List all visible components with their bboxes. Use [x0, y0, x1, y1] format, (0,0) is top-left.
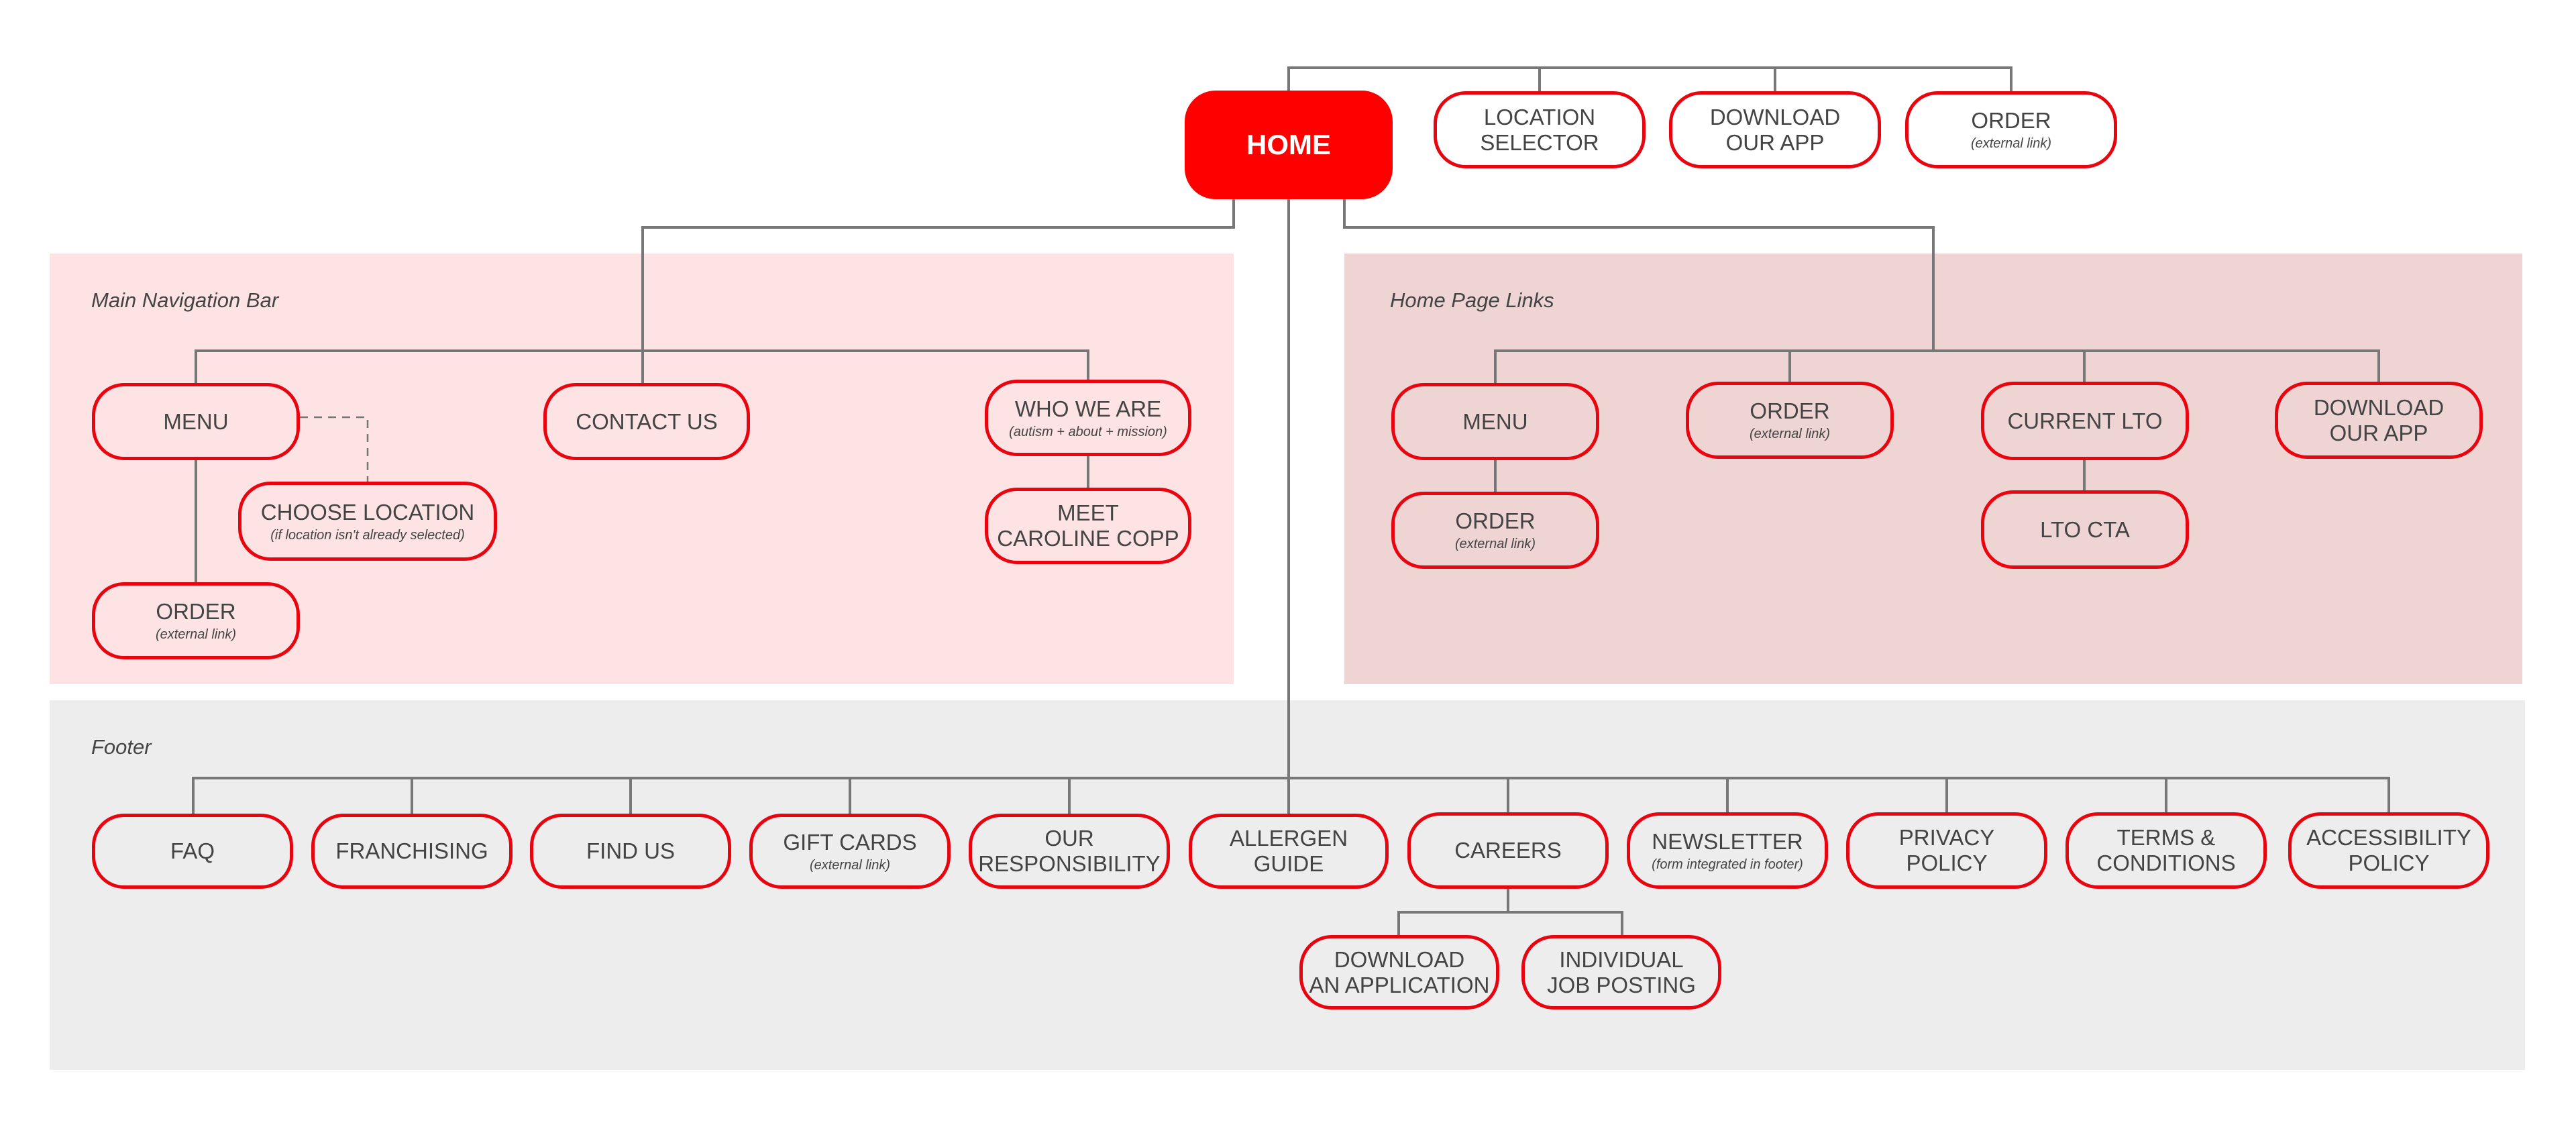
- node-label: CURRENT LTO: [2007, 408, 2163, 433]
- node-label: FRANCHISING: [335, 838, 488, 863]
- nav-who-we-are-node[interactable]: WHO WE ARE (autism + about + mission): [985, 380, 1191, 456]
- node-label: OUR RESPONSIBILITY: [978, 826, 1161, 876]
- footer-franchising-node[interactable]: FRANCHISING: [311, 814, 513, 889]
- footer-terms-node[interactable]: TERMS & CONDITIONS: [2065, 812, 2267, 889]
- home-current-lto-node[interactable]: CURRENT LTO: [1981, 382, 2189, 460]
- node-label: MENU: [1462, 408, 1528, 434]
- footer-gift-cards-node[interactable]: GIFT CARDS (external link): [749, 814, 951, 889]
- node-label: DOWNLOAD AN APPLICATION: [1309, 946, 1490, 997]
- node-note: (external link): [1970, 136, 2052, 151]
- footer-allergen-guide-node[interactable]: ALLERGEN GUIDE: [1189, 814, 1389, 889]
- node-label: CAREERS: [1454, 838, 1562, 863]
- node-label: CONTACT US: [576, 408, 718, 434]
- node-label: MEET CAROLINE COPP: [997, 500, 1179, 551]
- location-selector-node[interactable]: LOCATION SELECTOR: [1434, 91, 1646, 168]
- home-node-label: HOME: [1246, 129, 1331, 160]
- footer-faq-node[interactable]: FAQ: [92, 814, 293, 889]
- nav-menu-node[interactable]: MENU: [92, 383, 300, 460]
- node-label: TERMS & CONDITIONS: [2096, 825, 2236, 875]
- node-label: PRIVACY POLICY: [1898, 825, 1995, 875]
- footer-our-responsibility-node[interactable]: OUR RESPONSIBILITY: [969, 814, 1170, 889]
- home-order-node[interactable]: ORDER (external link): [1686, 382, 1894, 459]
- footer-privacy-policy-node[interactable]: PRIVACY POLICY: [1846, 812, 2047, 889]
- nav-contact-us-node[interactable]: CONTACT US: [543, 383, 750, 460]
- footer-careers-node[interactable]: CAREERS: [1407, 812, 1609, 889]
- node-note: (external link): [155, 627, 237, 642]
- node-label: DOWNLOAD OUR APP: [2313, 394, 2445, 445]
- node-label: LTO CTA: [2040, 516, 2130, 542]
- node-label: LOCATION SELECTOR: [1480, 104, 1599, 155]
- node-label: GIFT CARDS: [783, 829, 917, 855]
- node-label: ORDER: [1971, 108, 2051, 133]
- node-label: ALLERGEN GUIDE: [1229, 826, 1348, 876]
- node-label: MENU: [163, 408, 229, 434]
- node-note: (form integrated in footer): [1652, 857, 1803, 872]
- node-note: (autism + about + mission): [1009, 424, 1167, 439]
- careers-job-posting-node[interactable]: INDIVIDUAL JOB POSTING: [1521, 935, 1721, 1009]
- footer-accessibility-policy-node[interactable]: ACCESSIBILITY POLICY: [2288, 812, 2489, 889]
- footer-find-us-node[interactable]: FIND US: [530, 814, 731, 889]
- download-app-node[interactable]: DOWNLOAD OUR APP: [1669, 91, 1881, 168]
- main-navigation-title: Main Navigation Bar: [91, 288, 279, 312]
- node-label: ORDER: [156, 599, 236, 624]
- node-label: FAQ: [170, 838, 215, 863]
- node-label: WHO WE ARE: [1014, 396, 1162, 421]
- node-note: (if location isn't already selected): [270, 527, 465, 543]
- footer-newsletter-node[interactable]: NEWSLETTER (form integrated in footer): [1627, 812, 1828, 889]
- order-node[interactable]: ORDER (external link): [1905, 91, 2117, 168]
- node-label: ORDER: [1455, 508, 1536, 533]
- node-label: ORDER: [1750, 398, 1830, 423]
- home-page-links-panel: Home Page Links: [1344, 254, 2522, 684]
- node-label: INDIVIDUAL JOB POSTING: [1547, 946, 1696, 997]
- footer-title: Footer: [91, 735, 152, 759]
- node-label: CHOOSE LOCATION: [260, 499, 475, 525]
- nav-choose-location-node[interactable]: CHOOSE LOCATION (if location isn't alrea…: [238, 482, 497, 561]
- home-menu-node[interactable]: MENU: [1391, 383, 1599, 460]
- home-download-app-node[interactable]: DOWNLOAD OUR APP: [2275, 382, 2483, 459]
- node-note: (external link): [1454, 537, 1536, 551]
- connector-home-utility: [1287, 66, 2012, 91]
- node-label: FIND US: [586, 838, 675, 863]
- node-note: (external link): [1749, 427, 1831, 441]
- node-note: (external link): [809, 857, 891, 873]
- nav-meet-caroline-node[interactable]: MEET CAROLINE COPP: [985, 488, 1191, 564]
- home-menu-order-node[interactable]: ORDER (external link): [1391, 492, 1599, 569]
- node-label: DOWNLOAD OUR APP: [1709, 104, 1841, 155]
- nav-order-node[interactable]: ORDER (external link): [92, 582, 300, 659]
- home-page-links-title: Home Page Links: [1390, 288, 1554, 312]
- node-label: NEWSLETTER: [1652, 828, 1803, 854]
- home-node[interactable]: HOME: [1185, 91, 1393, 199]
- careers-download-application-node[interactable]: DOWNLOAD AN APPLICATION: [1299, 935, 1499, 1009]
- home-lto-cta-node[interactable]: LTO CTA: [1981, 490, 2189, 569]
- node-label: ACCESSIBILITY POLICY: [2306, 825, 2471, 875]
